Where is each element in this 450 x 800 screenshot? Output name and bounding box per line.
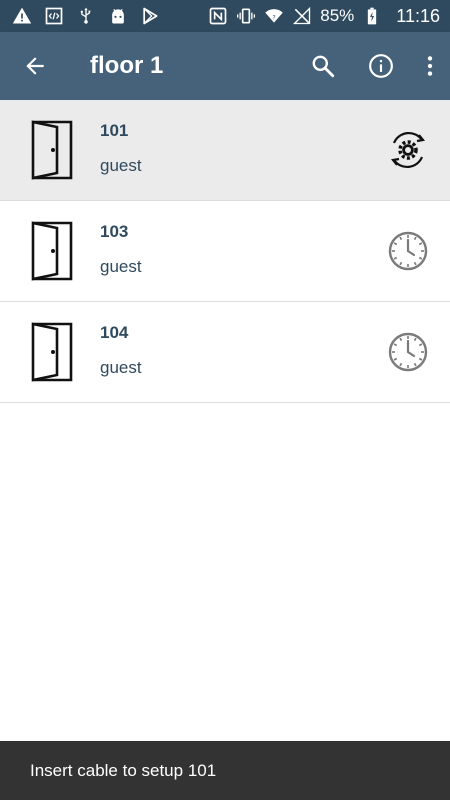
door-icon: [22, 317, 82, 387]
app-bar-actions: [294, 32, 450, 100]
room-number: 101: [100, 120, 129, 140]
info-button[interactable]: [352, 32, 410, 100]
battery-charging-icon: [362, 6, 382, 26]
app-bar: floor 1: [0, 32, 450, 100]
room-text: 103 guest: [100, 222, 384, 277]
clock-icon[interactable]: [384, 328, 432, 376]
screen: ? 85% 11:16 floor 1 101 guest 103 guest …: [0, 0, 450, 800]
room-row-101[interactable]: 101 guest: [0, 100, 450, 201]
door-icon: [22, 115, 82, 185]
search-button[interactable]: [294, 32, 352, 100]
status-right-icons: ? 85% 11:16: [208, 6, 440, 27]
usb-icon: [76, 6, 96, 26]
play-store-icon: [140, 6, 160, 26]
status-left-icons: [12, 6, 160, 26]
door-icon: [22, 216, 82, 286]
code-icon: [44, 6, 64, 26]
room-text: 101 guest: [100, 121, 384, 176]
room-list: 101 guest 103 guest 104 guest: [0, 100, 450, 403]
wifi-icon: ?: [264, 6, 284, 26]
room-text: 104 guest: [100, 323, 384, 378]
page-title: floor 1: [90, 52, 164, 79]
snackbar-message: Insert cable to setup 101: [30, 760, 217, 780]
more-options-button[interactable]: [410, 32, 450, 100]
arrow-back-icon: [26, 57, 44, 75]
no-signal-icon: [292, 6, 312, 26]
svg-text:?: ?: [273, 15, 276, 21]
room-row-104[interactable]: 104 guest: [0, 302, 450, 403]
battery-percent: 85%: [320, 6, 355, 25]
room-type: guest: [100, 357, 142, 377]
more-vert-icon: [427, 56, 433, 76]
back-button[interactable]: [0, 32, 70, 100]
gear-sync-icon[interactable]: [384, 126, 432, 174]
status-bar: ? 85% 11:16: [0, 0, 450, 32]
room-number: 103: [100, 221, 129, 241]
search-icon: [312, 55, 335, 78]
room-number: 104: [100, 322, 129, 342]
warning-icon: [12, 6, 32, 26]
room-type: guest: [100, 155, 142, 175]
vibrate-icon: [236, 6, 256, 26]
android-icon: [108, 6, 128, 26]
room-type: guest: [100, 256, 142, 276]
snackbar: Insert cable to setup 101: [0, 741, 450, 800]
nfc-icon: [208, 6, 228, 26]
clock-time: 11:16: [396, 5, 440, 26]
info-icon: [369, 54, 393, 78]
room-row-103[interactable]: 103 guest: [0, 201, 450, 302]
clock-icon[interactable]: [384, 227, 432, 275]
